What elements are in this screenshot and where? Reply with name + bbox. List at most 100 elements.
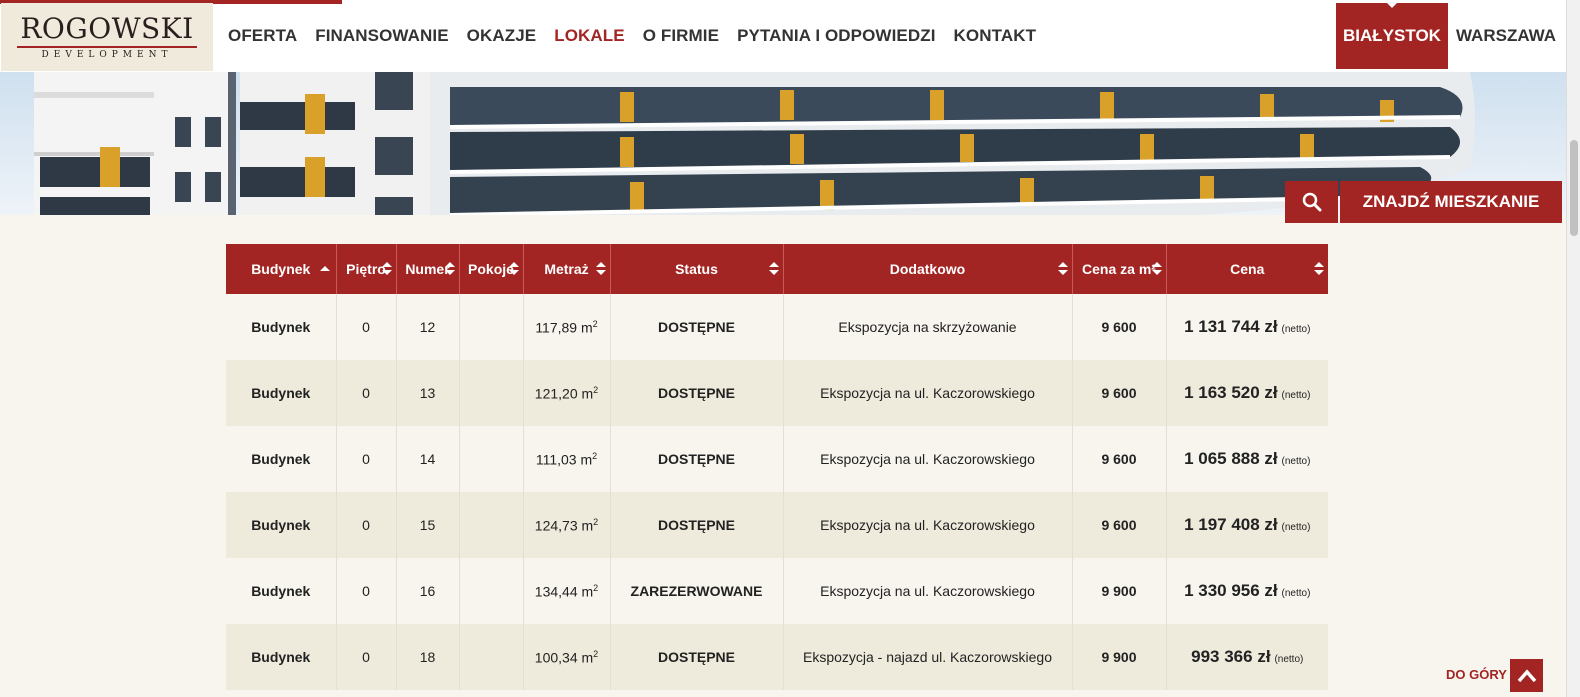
nav-item-lokale[interactable]: LOKALE bbox=[554, 26, 624, 46]
cell-status: DOSTĘPNE bbox=[610, 624, 784, 690]
cell-metraz: 134,44 m2 bbox=[523, 558, 611, 624]
cell-numer: 14 bbox=[396, 426, 460, 492]
cell-dodatkowo: Ekspozycja - najazd ul. Kaczorowskiego bbox=[783, 624, 1073, 690]
netto-label: (netto) bbox=[1281, 390, 1311, 401]
cena-value: 993 366 zł bbox=[1191, 647, 1271, 666]
back-to-top-label[interactable]: DO GÓRY bbox=[1446, 667, 1507, 682]
back-to-top-button[interactable] bbox=[1510, 659, 1543, 692]
cell-status: DOSTĘPNE bbox=[610, 294, 784, 360]
col-header-pietro[interactable]: Piętro bbox=[336, 244, 397, 294]
col-header-dodatkowo[interactable]: Dodatkowo bbox=[783, 244, 1073, 294]
cena-value: 1 330 956 zł bbox=[1184, 581, 1278, 600]
cell-pokoje bbox=[459, 426, 524, 492]
apartments-table: Budynek Piętro Numer Pokoje Metraż Statu… bbox=[226, 244, 1328, 690]
cell-numer: 15 bbox=[396, 492, 460, 558]
col-header-label: Metraż bbox=[544, 261, 589, 277]
nav-item-kontakt[interactable]: KONTAKT bbox=[954, 26, 1037, 46]
table-row[interactable]: Budynek 0 15 124,73 m2 DOSTĘPNE Ekspozyc… bbox=[226, 492, 1328, 558]
logo-sub-text: DEVELOPMENT bbox=[41, 49, 173, 60]
cell-pietro: 0 bbox=[336, 558, 397, 624]
netto-label: (netto) bbox=[1274, 654, 1304, 665]
cell-budynek[interactable]: Budynek bbox=[226, 558, 337, 624]
cell-cena-m2: 9 600 bbox=[1072, 294, 1167, 360]
col-header-budynek[interactable]: Budynek bbox=[226, 244, 337, 294]
table-row[interactable]: Budynek 0 14 111,03 m2 DOSTĘPNE Ekspozyc… bbox=[226, 426, 1328, 492]
table-row[interactable]: Budynek 0 12 117,89 m2 DOSTĘPNE Ekspozyc… bbox=[226, 294, 1328, 360]
cena-value: 1 163 520 zł bbox=[1184, 383, 1278, 402]
sort-icon bbox=[1151, 262, 1162, 276]
cell-cena: 1 065 888 zł (netto) bbox=[1166, 426, 1328, 492]
logo-divider bbox=[17, 45, 197, 48]
cell-cena-m2: 9 900 bbox=[1072, 558, 1167, 624]
cell-budynek[interactable]: Budynek bbox=[226, 426, 337, 492]
cell-pietro: 0 bbox=[336, 624, 397, 690]
col-header-status[interactable]: Status bbox=[610, 244, 784, 294]
nav-item-o-firmie[interactable]: O FIRMIE bbox=[643, 26, 719, 46]
netto-label: (netto) bbox=[1281, 324, 1311, 335]
cell-dodatkowo: Ekspozycja na ul. Kaczorowskiego bbox=[783, 492, 1073, 558]
col-header-metraz[interactable]: Metraż bbox=[523, 244, 611, 294]
cell-status: DOSTĘPNE bbox=[610, 492, 784, 558]
cell-metraz: 111,03 m2 bbox=[523, 426, 611, 492]
cell-dodatkowo: Ekspozycja na ul. Kaczorowskiego bbox=[783, 360, 1073, 426]
table-row[interactable]: Budynek 0 13 121,20 m2 DOSTĘPNE Ekspozyc… bbox=[226, 360, 1328, 426]
nav-item-pytania[interactable]: PYTANIA I ODPOWIEDZI bbox=[737, 26, 935, 46]
cell-metraz: 117,89 m2 bbox=[523, 294, 611, 360]
col-header-label: Status bbox=[675, 261, 718, 277]
cell-cena: 1 197 408 zł (netto) bbox=[1166, 492, 1328, 558]
city-label-bialystok: BIAŁYSTOK bbox=[1343, 26, 1441, 45]
cell-pokoje bbox=[459, 624, 524, 690]
netto-label: (netto) bbox=[1281, 522, 1311, 533]
logo-main-text: ROGOWSKI bbox=[20, 11, 194, 45]
col-header-label: Piętro bbox=[346, 261, 386, 277]
sort-icon bbox=[444, 262, 455, 276]
col-header-label: Numer bbox=[405, 261, 450, 277]
cell-budynek[interactable]: Budynek bbox=[226, 360, 337, 426]
sort-asc-icon bbox=[319, 266, 330, 271]
cena-value: 1 065 888 zł bbox=[1184, 449, 1278, 468]
metraz-value: 124,73 m bbox=[534, 517, 594, 534]
nav-item-okazje[interactable]: OKAZJE bbox=[467, 26, 537, 46]
table-header-row: Budynek Piętro Numer Pokoje Metraż Statu… bbox=[226, 244, 1328, 294]
cell-budynek[interactable]: Budynek bbox=[226, 492, 337, 558]
col-header-pokoje[interactable]: Pokoje bbox=[459, 244, 524, 294]
city-tab-warszawa[interactable]: WARSZAWA bbox=[1456, 3, 1556, 69]
cell-cena: 993 366 zł (netto) bbox=[1166, 624, 1328, 690]
cell-pokoje bbox=[459, 558, 524, 624]
cell-pietro: 0 bbox=[336, 294, 397, 360]
cell-pietro: 0 bbox=[336, 492, 397, 558]
scrollbar-thumb[interactable] bbox=[1570, 140, 1578, 236]
cell-pietro: 0 bbox=[336, 426, 397, 492]
col-header-cena[interactable]: Cena bbox=[1166, 244, 1328, 294]
table-row[interactable]: Budynek 0 18 100,34 m2 DOSTĘPNE Ekspozyc… bbox=[226, 624, 1328, 690]
cell-numer: 16 bbox=[396, 558, 460, 624]
cell-cena-m2: 9 600 bbox=[1072, 426, 1167, 492]
cell-metraz: 100,34 m2 bbox=[523, 624, 611, 690]
find-apartment-button[interactable]: ZNAJDŹ MIESZKANIE bbox=[1340, 181, 1562, 223]
table-row[interactable]: Budynek 0 16 134,44 m2 ZAREZERWOWANE Eks… bbox=[226, 558, 1328, 624]
cell-pietro: 0 bbox=[336, 360, 397, 426]
col-header-numer[interactable]: Numer bbox=[396, 244, 460, 294]
metraz-value: 121,20 m bbox=[534, 385, 594, 402]
cell-cena-m2: 9 600 bbox=[1072, 360, 1167, 426]
cell-dodatkowo: Ekspozycja na ul. Kaczorowskiego bbox=[783, 558, 1073, 624]
logo[interactable]: ROGOWSKI DEVELOPMENT bbox=[1, 3, 213, 71]
col-header-cena-m2[interactable]: Cena za m² bbox=[1072, 244, 1167, 294]
col-header-label: Budynek bbox=[251, 261, 311, 277]
nav-item-finansowanie[interactable]: FINANSOWANIE bbox=[315, 26, 448, 46]
cell-budynek[interactable]: Budynek bbox=[226, 294, 337, 360]
cell-metraz: 124,73 m2 bbox=[523, 492, 611, 558]
cell-cena: 1 330 956 zł (netto) bbox=[1166, 558, 1328, 624]
cell-budynek[interactable]: Budynek bbox=[226, 624, 337, 690]
cell-status: DOSTĘPNE bbox=[610, 426, 784, 492]
city-label-warszawa: WARSZAWA bbox=[1455, 26, 1557, 45]
city-tab-bialystok[interactable]: BIAŁYSTOK bbox=[1336, 2, 1448, 69]
col-header-label: Cena za m² bbox=[1082, 261, 1156, 277]
cell-cena: 1 131 744 zł (netto) bbox=[1166, 294, 1328, 360]
cell-cena-m2: 9 900 bbox=[1072, 624, 1167, 690]
nav-item-oferta[interactable]: OFERTA bbox=[228, 26, 297, 46]
vertical-scrollbar[interactable] bbox=[1566, 0, 1580, 697]
cell-numer: 12 bbox=[396, 294, 460, 360]
find-search-button[interactable] bbox=[1285, 181, 1338, 223]
cell-metraz: 121,20 m2 bbox=[523, 360, 611, 426]
